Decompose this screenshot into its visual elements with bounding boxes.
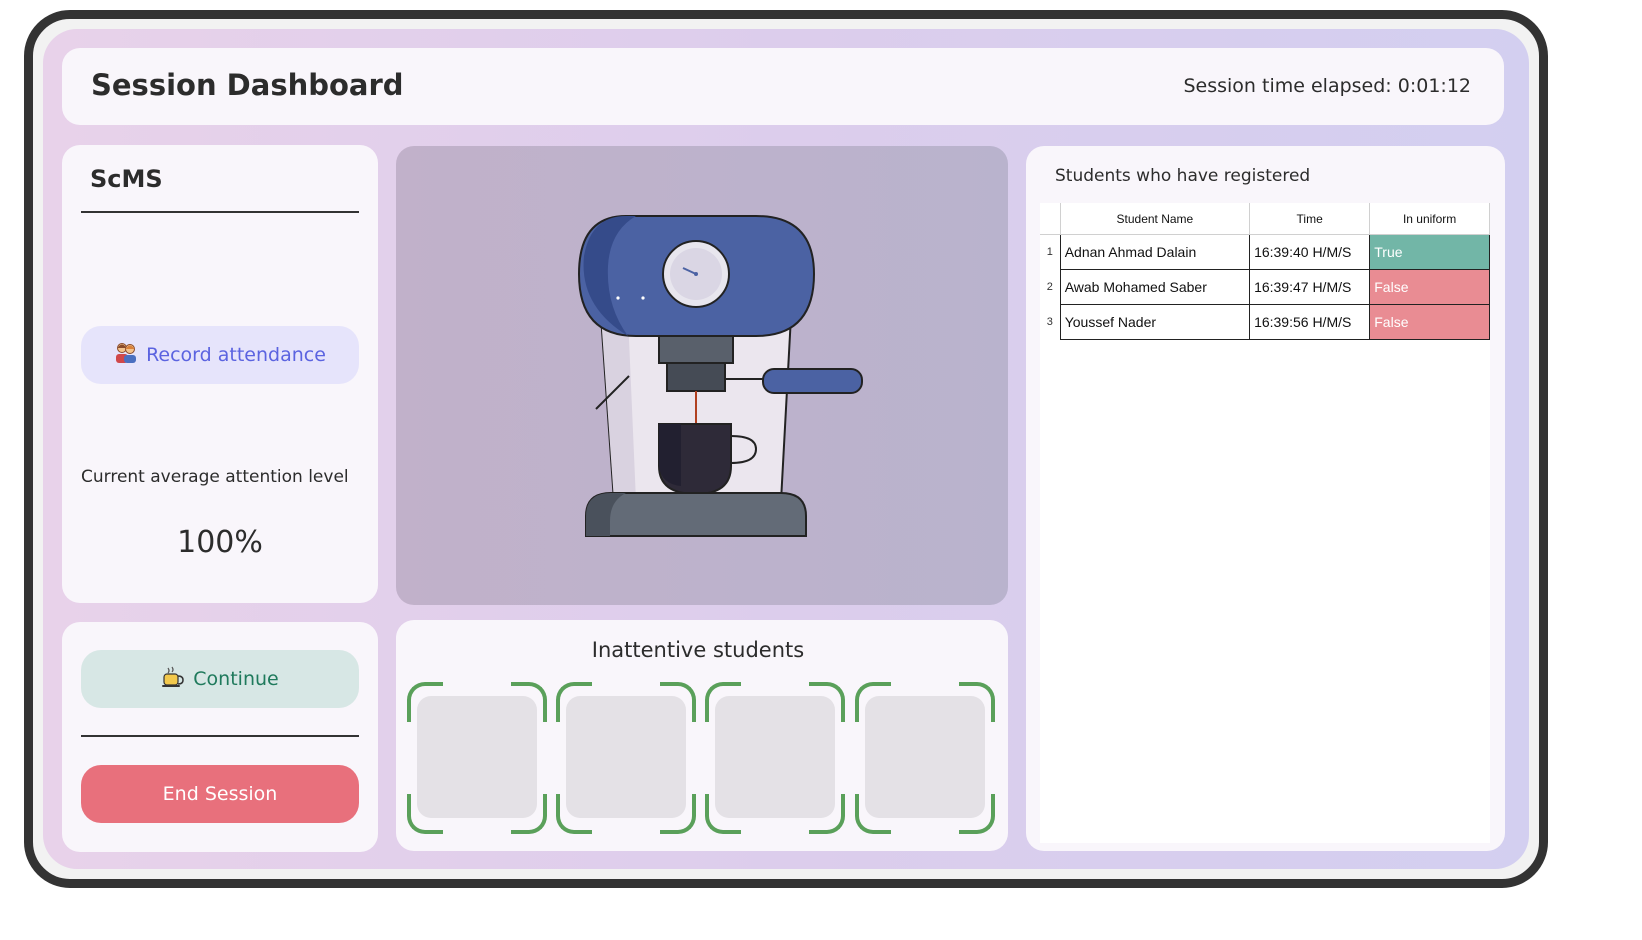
end-session-label: End Session xyxy=(162,783,278,805)
registered-table: Student Name Time In uniform 1 Adnan Ahm… xyxy=(1040,203,1490,340)
frame-corner xyxy=(959,794,995,834)
column-header[interactable]: Student Name xyxy=(1060,203,1251,235)
continue-button[interactable]: Continue xyxy=(81,650,359,708)
frame-corner xyxy=(705,682,741,722)
row-index: 2 xyxy=(1046,281,1053,293)
divider xyxy=(81,735,359,737)
students-icon xyxy=(114,342,138,369)
student-slot xyxy=(705,682,845,834)
frame-corner xyxy=(511,682,547,722)
inattentive-label: Inattentive students xyxy=(591,638,805,662)
corner-header xyxy=(1040,203,1061,235)
coffee-cup-icon xyxy=(161,666,185,693)
record-attendance-label: Record attendance xyxy=(146,344,326,366)
frame-corner xyxy=(855,682,891,722)
time-cell[interactable]: 16:39:40 H/M/S xyxy=(1249,234,1371,270)
attention-label: Current average attention level xyxy=(81,467,349,487)
row-index: 3 xyxy=(1046,316,1053,328)
time-cell[interactable]: 16:39:47 H/M/S xyxy=(1249,269,1371,305)
app-name: ScMS xyxy=(90,165,163,193)
table-row[interactable]: 1 Adnan Ahmad Dalain 16:39:40 H/M/S True xyxy=(1040,234,1490,270)
control-panel: ScMS Record attendance Current average a… xyxy=(62,145,378,603)
table-header-row: Student Name Time In uniform xyxy=(1040,203,1490,235)
frame-corner xyxy=(511,794,547,834)
student-slot xyxy=(407,682,547,834)
frame-corner xyxy=(705,794,741,834)
frame-corner xyxy=(660,682,696,722)
table-row[interactable]: 2 Awab Mohamed Saber 16:39:47 H/M/S Fals… xyxy=(1040,269,1490,305)
record-attendance-button[interactable]: Record attendance xyxy=(81,326,359,384)
session-controls: Continue End Session xyxy=(62,622,378,852)
time-cell[interactable]: 16:39:56 H/M/S xyxy=(1249,304,1371,340)
frame-corner xyxy=(660,794,696,834)
camera-feed xyxy=(396,146,1008,605)
frame-corner xyxy=(809,794,845,834)
student-slot xyxy=(556,682,696,834)
frame-corner xyxy=(809,682,845,722)
frame-corner xyxy=(556,794,592,834)
uniform-cell[interactable]: False xyxy=(1369,304,1490,340)
registered-panel: Students who have registered Student Nam… xyxy=(1026,146,1505,851)
session-timer: Session time elapsed: 0:01:12 xyxy=(1183,75,1471,97)
table-row[interactable]: 3 Youssef Nader 16:39:56 H/M/S False xyxy=(1040,304,1490,340)
divider xyxy=(81,211,359,213)
device-frame: Session Dashboard Session time elapsed: … xyxy=(24,10,1548,888)
student-slot xyxy=(855,682,995,834)
frame-corner xyxy=(407,794,443,834)
registered-label: Students who have registered xyxy=(1055,166,1311,186)
student-name-cell[interactable]: Awab Mohamed Saber xyxy=(1059,269,1251,305)
column-header[interactable]: Time xyxy=(1249,203,1371,235)
continue-label: Continue xyxy=(193,668,279,690)
uniform-cell[interactable]: True xyxy=(1369,234,1490,270)
frame-corner xyxy=(855,794,891,834)
student-name-cell[interactable]: Adnan Ahmad Dalain xyxy=(1059,234,1251,270)
coffee-machine-icon xyxy=(577,215,863,537)
uniform-cell[interactable]: False xyxy=(1369,269,1490,305)
frame-corner xyxy=(959,682,995,722)
app-screen: Session Dashboard Session time elapsed: … xyxy=(43,29,1529,869)
student-name-cell[interactable]: Youssef Nader xyxy=(1059,304,1251,340)
frame-corner xyxy=(556,682,592,722)
attention-value: 100% xyxy=(177,525,263,560)
registered-table-area: Student Name Time In uniform 1 Adnan Ahm… xyxy=(1040,203,1490,843)
page-title: Session Dashboard xyxy=(91,68,404,102)
header-bar: Session Dashboard Session time elapsed: … xyxy=(62,48,1504,125)
column-header[interactable]: In uniform xyxy=(1369,203,1490,235)
inattentive-panel: Inattentive students xyxy=(396,620,1008,851)
end-session-button[interactable]: End Session xyxy=(81,765,359,823)
row-index: 1 xyxy=(1046,246,1053,259)
frame-corner xyxy=(407,682,443,722)
